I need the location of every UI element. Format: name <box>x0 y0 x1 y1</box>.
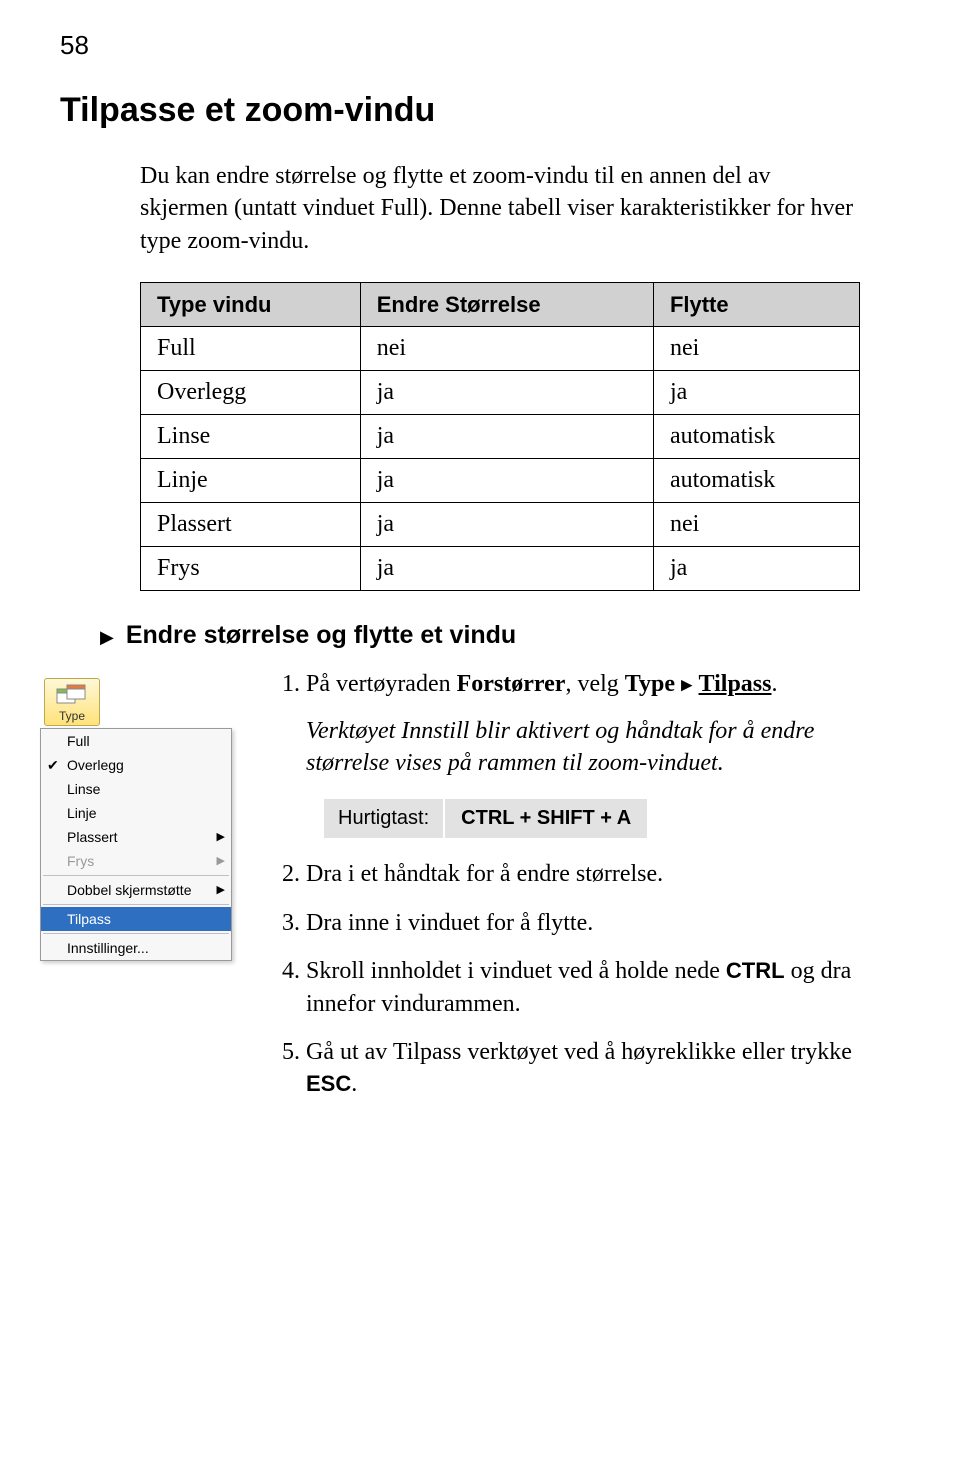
check-icon: ✔ <box>47 756 59 774</box>
chevron-right-icon: ▶ <box>217 881 225 899</box>
table-row: Frys ja ja <box>141 547 860 591</box>
menu-item-tilpass[interactable]: Tilpass <box>41 907 231 931</box>
triangle-right-icon: ▶ <box>100 627 114 648</box>
type-toolbar-button[interactable]: Type <box>44 678 100 726</box>
page: 58 Tilpasse et zoom-vindu Du kan endre s… <box>0 0 960 1157</box>
step-1-note: Verktøyet Innstill blir aktivert og hånd… <box>306 715 880 780</box>
menu-item-frys[interactable]: Frys▶ <box>41 849 231 873</box>
table-row: Linse ja automatisk <box>141 415 860 459</box>
section-heading: Tilpasse et zoom-vindu <box>60 91 900 130</box>
type-dropdown-menu: Full ✔Overlegg Linse Linje Plassert▶ Fry… <box>40 728 232 961</box>
page-number: 58 <box>60 30 900 61</box>
zoom-characteristics-table: Type vindu Endre Størrelse Flytte Full n… <box>140 282 860 591</box>
step-2: Dra i et håndtak for å endre størrelse. <box>306 858 900 890</box>
dropdown-screenshot: Type Full ✔Overlegg Linse Linje Plassert… <box>40 678 240 961</box>
subsection-header: ▶ Endre størrelse og flytte et vindu <box>100 621 900 668</box>
table-row: Plassert ja nei <box>141 503 860 547</box>
subsection-heading: Endre størrelse og flytte et vindu <box>126 621 516 650</box>
chevron-right-icon: ▶ <box>217 828 225 846</box>
hotkey-value: CTRL + SHIFT + A <box>445 799 647 838</box>
step-3: Dra inne i vinduet for å flytte. <box>306 907 900 939</box>
windows-icon <box>55 683 89 707</box>
menu-item-innstillinger[interactable]: Innstillinger... <box>41 936 231 960</box>
step-4: Skroll innholdet i vinduet ved å holde n… <box>306 955 900 1020</box>
menu-separator <box>43 875 229 876</box>
menu-item-linje[interactable]: Linje <box>41 801 231 825</box>
menu-item-full[interactable]: Full <box>41 729 231 753</box>
hotkey-box: Hurtigtast: CTRL + SHIFT + A <box>324 799 647 838</box>
th-resize: Endre Størrelse <box>360 283 653 327</box>
menu-item-plassert[interactable]: Plassert▶ <box>41 825 231 849</box>
instruction-list: På vertøyraden Forstørrer, velg Type ▶ T… <box>270 668 900 1101</box>
table-row: Linje ja automatisk <box>141 459 860 503</box>
menu-separator <box>43 933 229 934</box>
menu-item-overlegg[interactable]: ✔Overlegg <box>41 753 231 777</box>
step-1: På vertøyraden Forstørrer, velg Type ▶ T… <box>306 668 900 842</box>
hotkey-label: Hurtigtast: <box>324 799 443 838</box>
intro-paragraph: Du kan endre størrelse og flytte et zoom… <box>140 160 860 257</box>
table-row: Full nei nei <box>141 327 860 371</box>
menu-separator <box>43 904 229 905</box>
th-move: Flytte <box>653 283 859 327</box>
chevron-right-icon: ▶ <box>217 852 225 870</box>
th-type: Type vindu <box>141 283 361 327</box>
table-row: Overlegg ja ja <box>141 371 860 415</box>
menu-item-linse[interactable]: Linse <box>41 777 231 801</box>
triangle-right-icon: ▶ <box>681 678 693 694</box>
menu-item-dobbel-skjermstotte[interactable]: Dobbel skjermstøtte▶ <box>41 878 231 902</box>
type-button-label: Type <box>59 709 85 723</box>
step-5: Gå ut av Tilpass verktøyet ved å høyrekl… <box>306 1036 900 1101</box>
table-header-row: Type vindu Endre Størrelse Flytte <box>141 283 860 327</box>
